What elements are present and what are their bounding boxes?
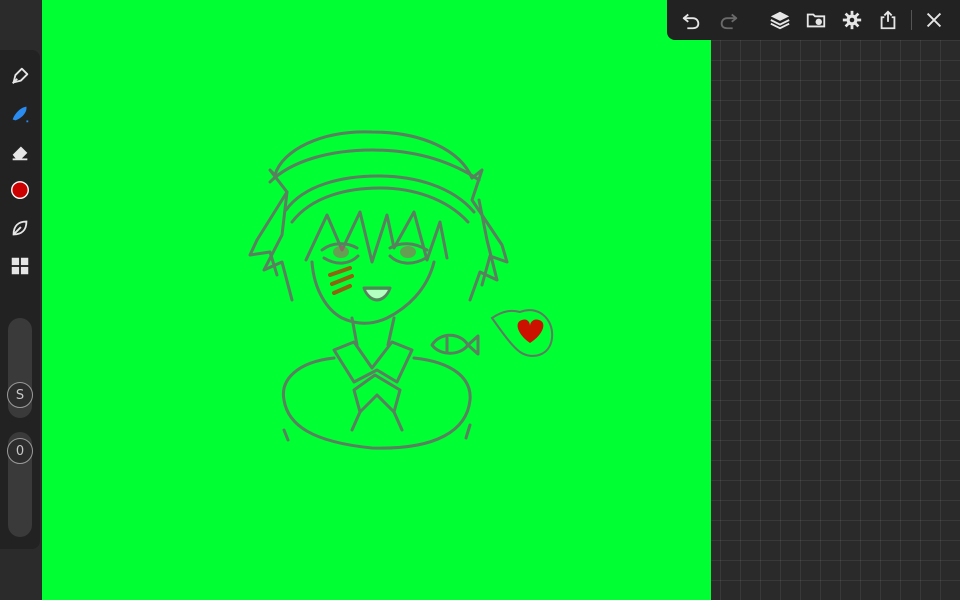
top-action-bar — [667, 0, 960, 40]
folder-palette-icon[interactable] — [802, 6, 830, 34]
close-icon[interactable] — [920, 6, 948, 34]
drawing-canvas[interactable] — [42, 0, 711, 600]
lasso-leaf-icon[interactable] — [4, 212, 36, 244]
color-swatch[interactable] — [4, 174, 36, 206]
sketch-artwork — [248, 130, 554, 450]
pen-nib-icon[interactable] — [4, 60, 36, 92]
gear-icon[interactable] — [838, 6, 866, 34]
opacity-slider[interactable]: 0 — [7, 432, 33, 537]
grid-icon[interactable] — [4, 250, 36, 282]
undo-icon[interactable] — [677, 6, 705, 34]
brush-icon[interactable] — [4, 98, 36, 130]
layers-icon[interactable] — [766, 6, 794, 34]
tool-sidebar: S 0 — [0, 50, 40, 549]
size-slider[interactable]: S — [7, 318, 33, 418]
redo-icon[interactable] — [715, 6, 743, 34]
topbar-divider — [911, 10, 912, 30]
opacity-slider-badge: 0 — [7, 438, 33, 464]
size-slider-badge: S — [7, 382, 33, 408]
share-icon[interactable] — [874, 6, 902, 34]
eraser-icon[interactable] — [4, 136, 36, 168]
